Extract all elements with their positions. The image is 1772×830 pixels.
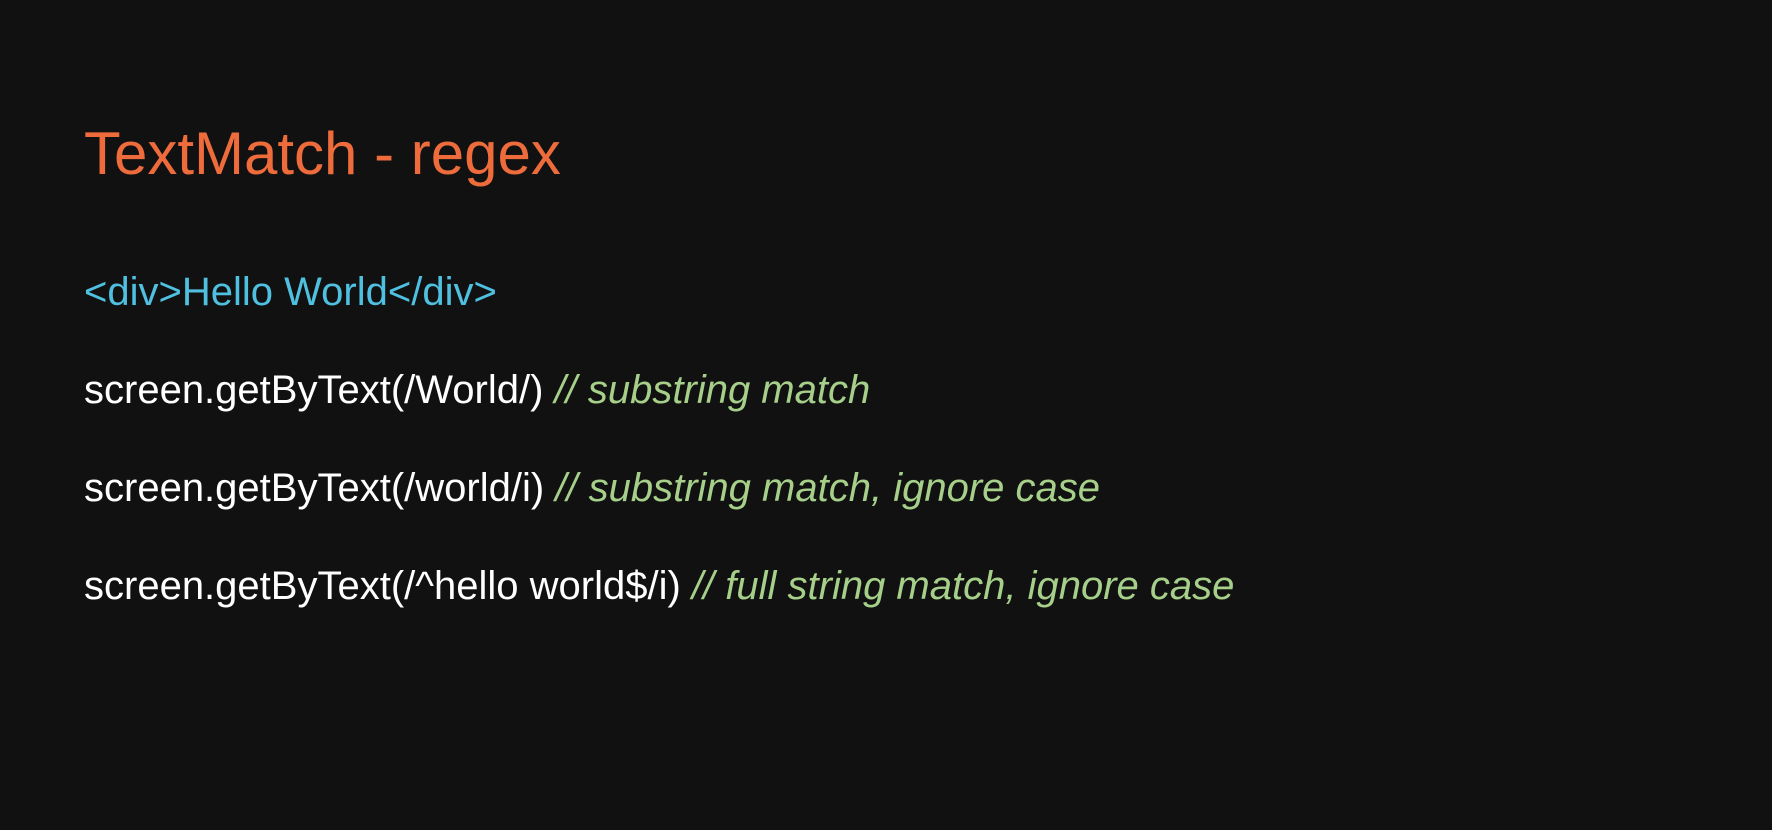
code-text: screen.getByText(/World/) [84,368,544,412]
code-line-full-string: screen.getByText(/^hello world$/i) // fu… [84,562,1234,610]
code-comment: // substring match, ignore case [555,466,1100,510]
code-line-ignore-case: screen.getByText(/world/i) // substring … [84,464,1100,512]
code-comment: // substring match [554,368,871,412]
html-example: <div>Hello World</div> [84,270,497,314]
code-line-substring: screen.getByText(/World/) // substring m… [84,366,870,414]
code-text: screen.getByText(/world/i) [84,466,545,510]
slide-title: TextMatch - regex [84,120,561,187]
code-text: screen.getByText(/^hello world$/i) [84,564,681,608]
slide: TextMatch - regex <div>Hello World</div>… [0,0,1772,830]
code-comment: // full string match, ignore case [691,564,1235,608]
